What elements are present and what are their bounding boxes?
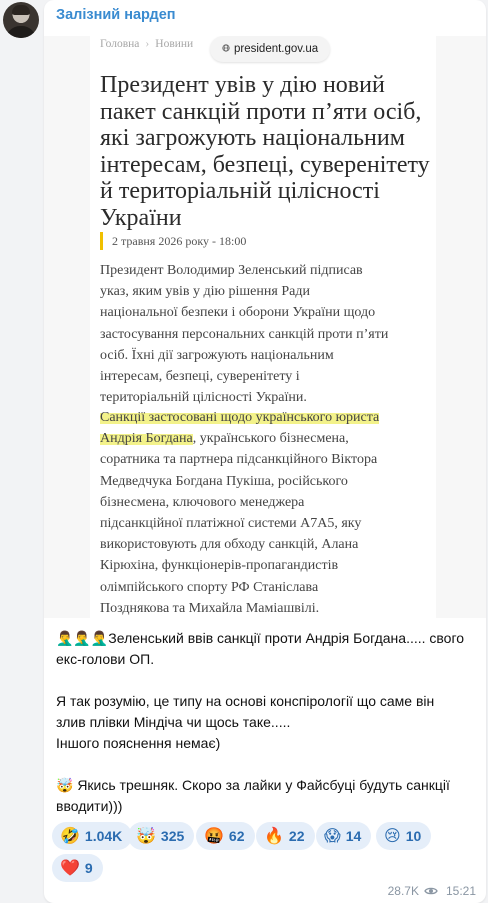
reaction-mind-blown[interactable]: 🤯 325: [128, 822, 195, 850]
headline-line: пакет санкцій проти п’яти осіб,: [100, 98, 422, 125]
article-paragraph-2: Санкції застосовані щодо українського юр…: [100, 407, 430, 618]
paragraph-line: Позднякова та Михайла Маміашвілі.: [100, 600, 320, 616]
headline-line: України: [100, 204, 182, 231]
paragraph-line: соратника та партнера підсанкційного Вік…: [100, 452, 378, 468]
paragraph-line: національної безпеки і оборони України щ…: [100, 305, 376, 321]
reaction-scream[interactable]: 😱 14: [316, 822, 372, 850]
reaction-cursing[interactable]: 🤬 62: [196, 822, 255, 850]
paragraph-line: інтересам, безпеці, суверенітету і: [100, 369, 300, 385]
view-count: 28.7K: [387, 884, 419, 898]
heart-icon: ❤️: [60, 860, 80, 877]
paragraph-line: Кірюхіна, функціонерів-пропагандистів: [100, 558, 339, 574]
headline-line: й територіальній цілісності: [100, 178, 380, 204]
message-bubble: Залізний нардеп Головна › Новини president…: [44, 0, 486, 903]
article-url: president.gov.ua: [234, 43, 319, 55]
reaction-count: 62: [228, 828, 245, 844]
paragraph-line: бізнесмена, ключового менеджера: [100, 494, 305, 510]
article-screenshot[interactable]: Головна › Новини president.gov.ua Президен…: [90, 36, 436, 618]
breadcrumb-separator-icon: ›: [145, 38, 150, 50]
post-line: Іншого пояснення немає): [56, 735, 221, 751]
cursing-face-icon: 🤬: [204, 828, 224, 845]
headline-line: інтересам, безпеці, суверенітету: [100, 151, 430, 178]
image-side-right: [436, 36, 486, 618]
post-line: вводити))): [56, 798, 123, 814]
post-line: злив плівки Міндіча чи щось таке.....: [56, 714, 291, 730]
paragraph-line: застосування персональних санкцій проти …: [100, 326, 389, 342]
headline-line: Президент увів у дію новий: [100, 72, 385, 98]
paragraph-line: Президент Володимир Зеленський підписав: [100, 263, 363, 278]
article-date: 2 травня 2026 року - 18:00: [100, 232, 246, 250]
post-line: екс-голови ОП.: [56, 651, 155, 667]
paragraph-text: , українського бізнесмена,: [192, 431, 349, 447]
rofl-icon: 🤣: [60, 828, 80, 845]
article-paragraph-1: Президент Володимир Зеленський підписав …: [100, 260, 430, 408]
paragraph-line: Медведчука Богдана Пукіша, російського: [100, 473, 348, 489]
avatar-shoulders: [6, 26, 36, 38]
channel-avatar[interactable]: [3, 2, 39, 38]
reaction-count: 1.04K: [84, 828, 123, 844]
url-pill: president.gov.ua: [210, 36, 331, 62]
post-line: 🤦‍♂️🤦‍♂️🤦‍♂️Зеленський ввів санкції прот…: [56, 630, 465, 646]
reaction-rofl[interactable]: 🤣 1.04K: [52, 822, 133, 850]
paragraph-line: Санкції застосовані щодо українського юр…: [100, 407, 430, 428]
channel-name[interactable]: Залізний нардеп: [56, 7, 176, 23]
post-line: Я так розумію, це типу на основі конспір…: [56, 693, 435, 709]
reaction-count: 325: [160, 828, 185, 844]
fire-icon: 🔥: [264, 828, 284, 845]
reaction-heart[interactable]: ❤️ 9: [52, 854, 103, 882]
reaction-count: 22: [288, 828, 305, 844]
reaction-count: 14: [345, 828, 362, 844]
paragraph-line: територіальній цілісності України.: [100, 390, 307, 406]
paragraph-line: використовують для обходу санкцій, Алана: [100, 537, 359, 553]
breadcrumb-news: Новини: [155, 38, 194, 50]
article-headline: Президент увів у дію новий пакет санкцій…: [100, 72, 436, 231]
breadcrumb-home: Головна: [100, 38, 140, 50]
mind-blown-icon: 🤯: [136, 828, 156, 845]
post-text: 🤦‍♂️🤦‍♂️🤦‍♂️Зеленський ввів санкції прот…: [56, 628, 476, 817]
paragraph-line: осіб. Їхні дії загрожують національним: [100, 347, 334, 363]
reaction-count: 9: [84, 860, 93, 876]
paragraph-line: указ, яким увів у дію рішення Ради: [100, 284, 310, 300]
message-time: 15:21: [445, 884, 476, 898]
message-meta: 28.7K 15:21: [388, 884, 476, 898]
post-line: 🤯 Якись трешняк. Скоро за лайки у Файсбу…: [56, 777, 450, 793]
post-line: [56, 670, 476, 691]
globe-icon: [222, 44, 230, 52]
post-line: [56, 754, 476, 775]
image-side-left: [44, 36, 90, 618]
scream-icon: 😱: [324, 828, 341, 845]
paragraph-line: олімпійського спорту РФ Станіслава: [100, 579, 319, 595]
eye-icon: [424, 887, 438, 895]
reaction-fire[interactable]: 🔥 22: [256, 822, 315, 850]
breadcrumb: Головна › Новини: [100, 38, 193, 50]
avatar-hair: [12, 5, 30, 15]
highlighted-text: Андрія Богдана: [100, 431, 193, 447]
crying-face-icon: 😢: [384, 828, 401, 845]
reaction-sad[interactable]: 😢 10: [376, 822, 432, 850]
paragraph-line: Андрія Богдана, українського бізнесмена,: [100, 428, 430, 449]
reaction-count: 10: [405, 828, 422, 844]
paragraph-line: підсанкційної платіжної системи A7A5, як…: [100, 516, 362, 532]
headline-line: які загрожують національним: [100, 125, 405, 151]
highlighted-text: Санкції застосовані щодо українського юр…: [100, 410, 380, 425]
